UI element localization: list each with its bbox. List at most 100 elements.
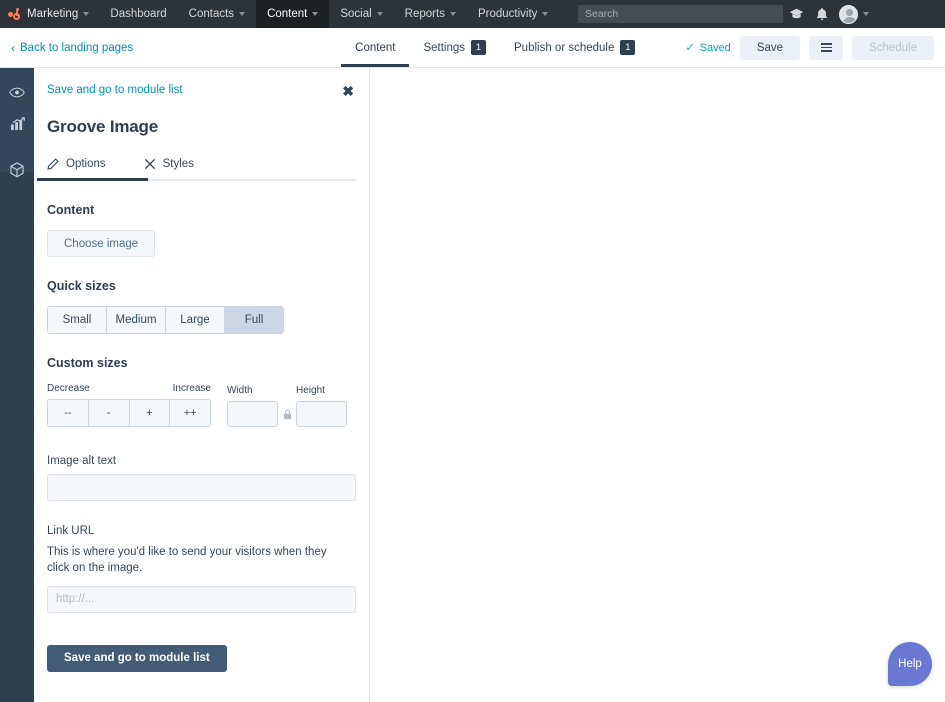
chevron-left-icon: ‹ (11, 40, 15, 55)
chevron-down-icon (312, 12, 319, 16)
chevron-down-icon (376, 12, 383, 16)
nav-item-label: Contacts (188, 8, 235, 20)
tab-settings[interactable]: Settings 1 (409, 28, 500, 67)
toolbar-actions: ✓ Saved Save Schedule (685, 28, 945, 67)
increase-large-button[interactable]: ++ (170, 400, 210, 426)
tab-styles[interactable]: Styles (144, 158, 208, 179)
save-and-go-to-module-list-button[interactable]: Save and go to module list (47, 644, 227, 672)
custom-sizes-row: Decrease Increase -- - + ++ Width Height (47, 383, 356, 427)
nav-item-dashboard[interactable]: Dashboard (99, 0, 177, 28)
page-title: Groove Image (47, 117, 158, 136)
top-navigation-bar: Marketing Dashboard Contacts Content Soc… (0, 0, 945, 28)
editor-body: Save and go to module list ✖ Groove Imag… (0, 68, 945, 702)
stepper-labels: Decrease Increase (47, 383, 211, 399)
lock-icon[interactable] (278, 401, 296, 427)
tab-label: Settings (423, 41, 466, 54)
nav-item-reports[interactable]: Reports (394, 0, 467, 28)
nav-item-label: Dashboard (110, 8, 167, 20)
custom-sizes-heading: Custom sizes (47, 356, 128, 370)
link-url-label: Link URL (47, 525, 95, 537)
panel-footer: Save and go to module list (47, 644, 356, 672)
nav-item-content[interactable]: Content (256, 0, 330, 28)
tab-content[interactable]: Content (341, 28, 410, 67)
height-input[interactable] (296, 401, 347, 427)
search-input[interactable] (578, 5, 783, 23)
bell-icon[interactable] (809, 0, 835, 28)
width-label: Width (227, 385, 253, 396)
nav-item-contacts[interactable]: Contacts (178, 0, 256, 28)
increase-label: Increase (172, 383, 211, 394)
saved-status: ✓ Saved (685, 41, 731, 55)
content-section-heading: Content (47, 203, 95, 217)
decrease-large-button[interactable]: -- (48, 400, 89, 426)
width-input[interactable] (227, 401, 278, 427)
quick-size-medium[interactable]: Medium (107, 307, 166, 333)
quick-sizes-segmented-control: Small Medium Large Full (47, 306, 284, 334)
chevron-down-icon (83, 12, 90, 16)
nav-item-label: Productivity (477, 8, 538, 20)
tab-label: Content (355, 41, 396, 54)
tab-label: Styles (162, 158, 194, 170)
help-button[interactable]: Help (888, 642, 932, 686)
back-link-label: Back to landing pages (20, 41, 134, 54)
tab-label: Options (66, 158, 106, 170)
back-to-landing-pages-link[interactable]: ‹ Back to landing pages (0, 28, 133, 67)
tab-publish-or-schedule[interactable]: Publish or schedule 1 (500, 28, 649, 67)
editor-toolbar: ‹ Back to landing pages Content Settings… (0, 28, 945, 68)
quick-size-small[interactable]: Small (48, 307, 107, 333)
status-badge: 1 (471, 40, 487, 55)
hubspot-logo-icon (8, 7, 21, 21)
width-field-wrapper: Width (227, 385, 278, 427)
close-icon[interactable]: ✖ (340, 84, 356, 98)
user-avatar-menu[interactable] (839, 4, 869, 24)
more-options-button[interactable] (809, 35, 844, 60)
left-rail-top-group (0, 68, 34, 178)
top-nav-right-group (578, 0, 945, 28)
brand-menu[interactable]: Marketing (0, 0, 99, 28)
alt-text-label: Image alt text (47, 455, 117, 467)
nav-item-social[interactable]: Social (329, 0, 393, 28)
page-preview-canvas[interactable]: Help (370, 68, 945, 702)
save-and-go-to-module-list-link[interactable]: Save and go to module list (47, 84, 340, 96)
saved-label: Saved (699, 41, 731, 54)
height-label: Height (296, 385, 325, 396)
link-url-input[interactable] (47, 585, 356, 613)
chevron-down-icon (239, 12, 246, 16)
quick-size-large[interactable]: Large (166, 307, 225, 333)
nav-item-label: Content (267, 8, 308, 20)
tab-options[interactable]: Options (37, 158, 148, 181)
size-stepper: -- - + ++ (47, 399, 211, 427)
decrease-small-button[interactable]: - (88, 400, 130, 426)
schedule-button[interactable]: Schedule (852, 35, 934, 60)
status-badge: 1 (620, 40, 636, 55)
preview-eye-icon[interactable] (0, 76, 34, 108)
alt-text-field-group: Image alt text (47, 455, 356, 501)
choose-image-button[interactable]: Choose image (47, 230, 156, 257)
menu-icon (820, 42, 832, 53)
left-rail-bottom (0, 172, 34, 702)
optimize-chart-icon[interactable] (0, 108, 34, 140)
editor-tab-list: Content Settings 1 Publish or schedule 1 (341, 28, 649, 67)
decrease-label: Decrease (47, 383, 90, 394)
nav-item-label: Reports (404, 8, 445, 20)
nav-item-productivity[interactable]: Productivity (467, 0, 559, 28)
stepper-group-wrapper: Decrease Increase -- - + ++ (47, 383, 211, 427)
chevron-down-icon (863, 12, 869, 16)
increase-small-button[interactable]: + (129, 400, 171, 426)
check-icon: ✓ (685, 42, 695, 54)
chevron-down-icon (542, 12, 549, 16)
link-url-help-text: This is where you'd like to send your vi… (47, 546, 327, 575)
brand-label: Marketing (27, 8, 79, 20)
quick-sizes-heading: Quick sizes (47, 279, 116, 293)
nav-item-label: Social (340, 8, 372, 20)
height-field-wrapper: Height (296, 385, 347, 427)
alt-text-input[interactable] (47, 474, 356, 501)
quick-size-full[interactable]: Full (225, 307, 283, 333)
panel-header: Save and go to module list ✖ (47, 68, 356, 98)
chevron-down-icon (449, 12, 456, 16)
pencil-icon (47, 158, 59, 170)
left-rail (0, 68, 34, 702)
save-button[interactable]: Save (739, 35, 801, 60)
graduation-cap-icon[interactable] (783, 0, 809, 28)
panel-tab-list: Options Styles (37, 158, 356, 181)
